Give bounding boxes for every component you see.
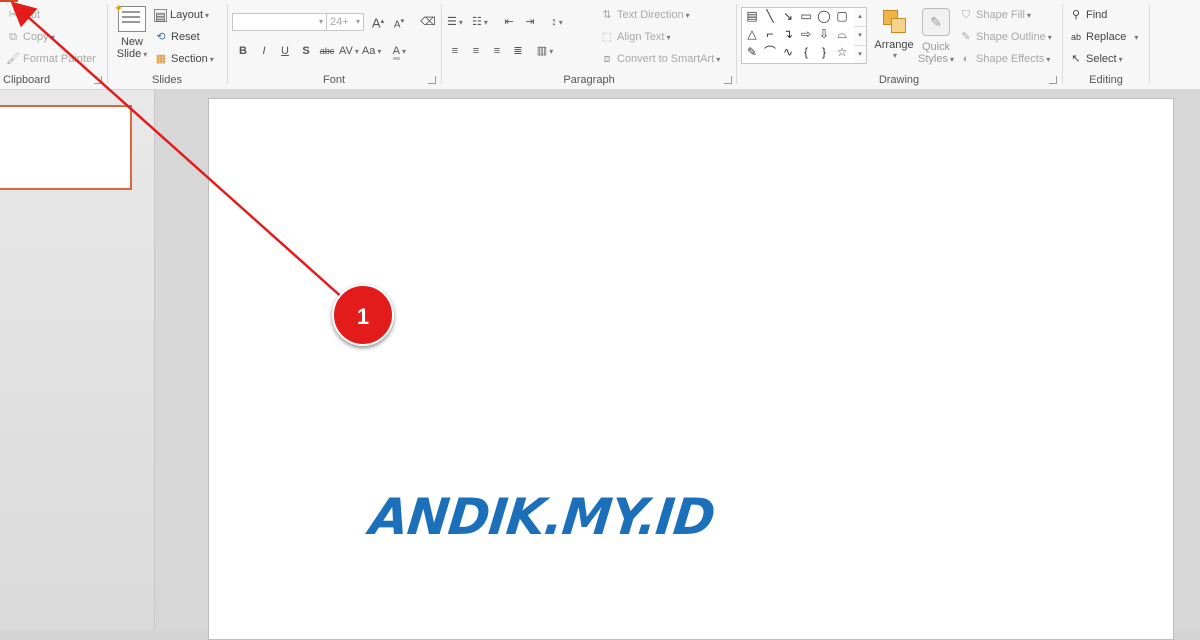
annotation-arrow xyxy=(10,1,346,301)
step-callout-badge: 1 xyxy=(332,284,394,346)
